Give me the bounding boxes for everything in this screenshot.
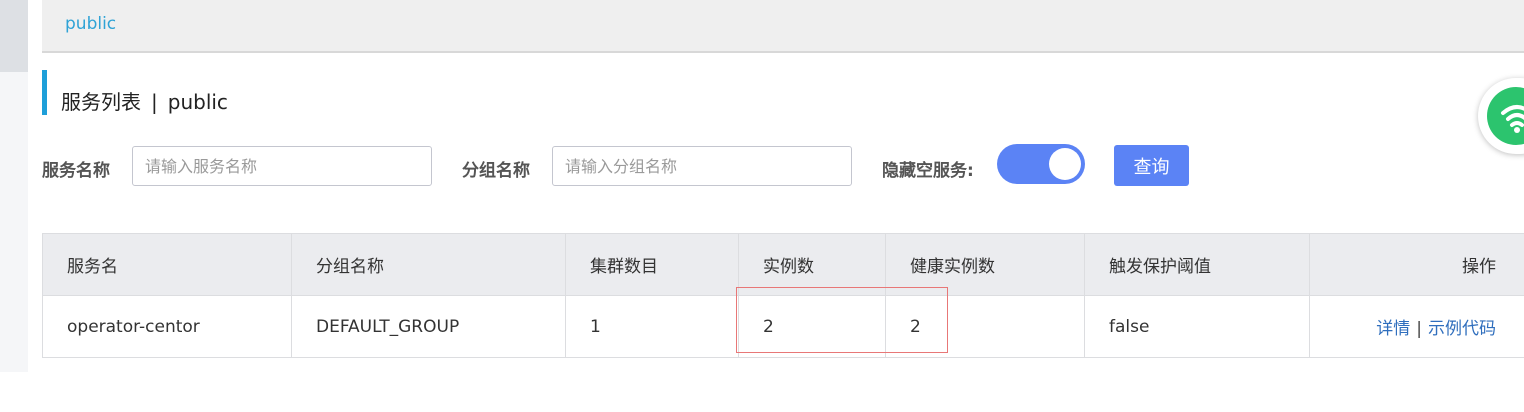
column-header-protect-threshold: 触发保护阈值	[1084, 233, 1310, 296]
actions-separator: |	[1416, 319, 1422, 339]
page-title-namespace: public	[167, 90, 228, 114]
column-header-healthy-instance-count: 健康实例数	[885, 233, 1085, 296]
wifi-icon	[1501, 105, 1524, 133]
column-header-actions: 操作	[1309, 233, 1524, 296]
table-header-row: 服务名 分组名称 集群数目 实例数 健康实例数 触发保护阈值 操作	[42, 233, 1524, 296]
detail-link[interactable]: 详情	[1376, 319, 1410, 339]
service-name-label: 服务名称	[42, 161, 110, 181]
floating-widget[interactable]	[1478, 78, 1524, 154]
page-title-text: 服务列表	[61, 90, 141, 114]
cell-protect-threshold: false	[1084, 295, 1310, 358]
column-header-cluster-count: 集群数目	[565, 233, 739, 296]
hide-empty-toggle[interactable]	[997, 144, 1085, 184]
title-accent-bar	[42, 70, 47, 115]
group-name-label: 分组名称	[462, 161, 530, 181]
table-row: operator-centor DEFAULT_GROUP 1 2 2 fals…	[42, 295, 1524, 358]
cell-group-name: DEFAULT_GROUP	[291, 295, 566, 358]
query-button[interactable]: 查询	[1114, 145, 1189, 186]
column-header-service-name: 服务名	[42, 233, 292, 296]
cell-instance-count: 2	[738, 295, 886, 358]
hide-empty-label: 隐藏空服务:	[882, 161, 974, 181]
cell-actions: 详情 | 示例代码	[1309, 295, 1524, 358]
left-rail-top	[0, 0, 28, 72]
namespace-link-public[interactable]: public	[65, 14, 116, 34]
namespace-bar: public	[42, 0, 1524, 53]
sample-code-link[interactable]: 示例代码	[1428, 319, 1496, 339]
group-name-input[interactable]	[552, 146, 852, 186]
cell-cluster-count: 1	[565, 295, 739, 358]
page-title-separator: |	[151, 90, 158, 114]
left-rail-bottom	[0, 372, 28, 412]
column-header-group-name: 分组名称	[291, 233, 566, 296]
page-title: 服务列表 | public	[61, 86, 228, 115]
column-header-instance-count: 实例数	[738, 233, 886, 296]
service-name-input[interactable]	[132, 146, 432, 186]
toggle-knob	[1049, 148, 1081, 180]
floating-widget-circle	[1487, 87, 1524, 145]
cell-service-name: operator-centor	[42, 295, 292, 358]
cell-healthy-instance-count: 2	[885, 295, 1085, 358]
service-table: 服务名 分组名称 集群数目 实例数 健康实例数 触发保护阈值 操作 operat…	[42, 233, 1524, 358]
